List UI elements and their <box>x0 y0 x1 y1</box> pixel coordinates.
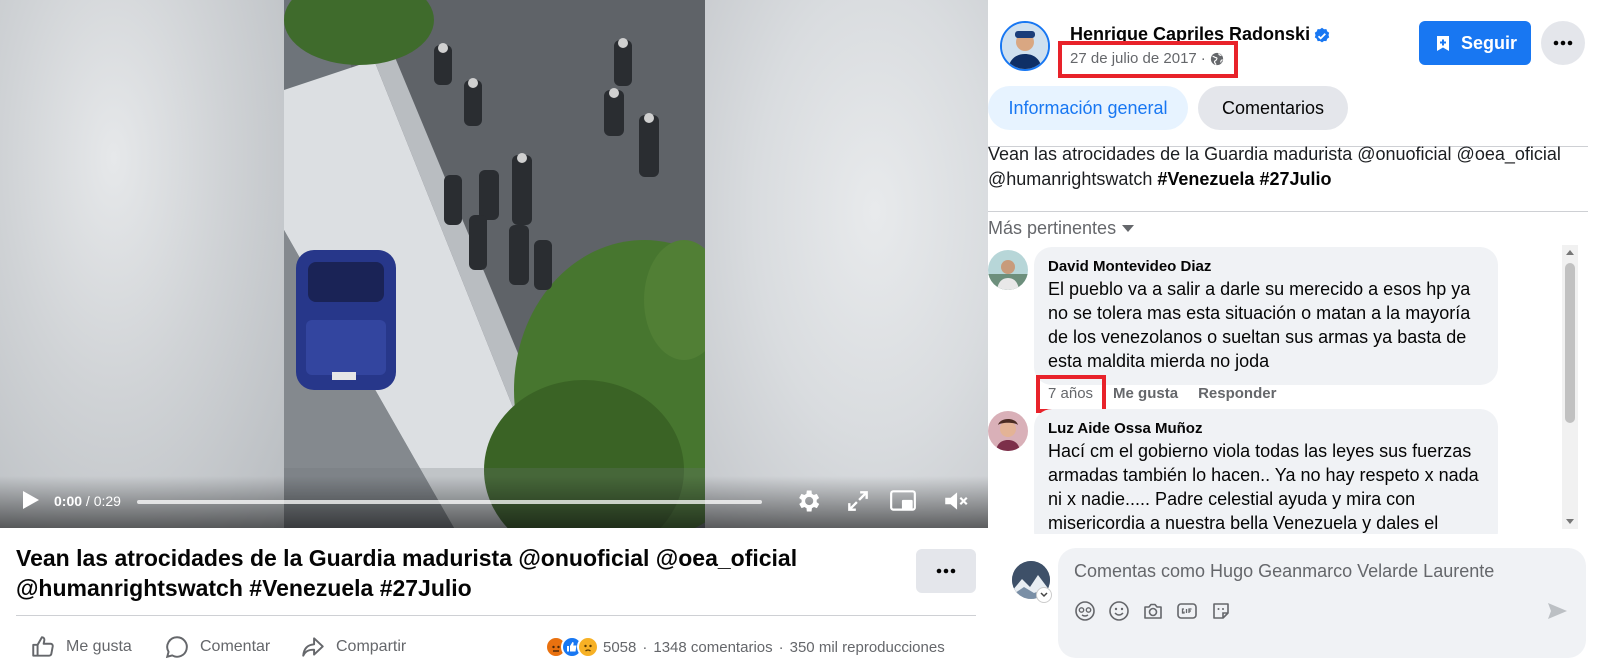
fullscreen-icon[interactable] <box>845 488 871 514</box>
ellipsis-icon <box>936 568 956 574</box>
comment-author[interactable]: David Montevideo Diaz <box>1048 257 1484 277</box>
video-time-separator: / <box>82 493 94 509</box>
sad-reaction-icon <box>577 636 599 658</box>
settings-gear-icon[interactable] <box>794 487 822 515</box>
verified-badge-icon <box>1314 27 1330 43</box>
stats-separator: · <box>778 638 784 656</box>
chevron-down-icon[interactable] <box>1036 587 1052 603</box>
video-blur-background-right <box>705 0 988 528</box>
comments-count-link[interactable]: 1348 comentarios <box>653 639 772 656</box>
tab-general-info[interactable]: Información general <box>988 86 1188 130</box>
tab-general-info-label: Información general <box>1008 97 1168 118</box>
share-arrow-icon <box>302 637 324 657</box>
video-time-current: 0:00 <box>54 493 83 509</box>
comment-reply-button[interactable]: Responder <box>1198 385 1276 402</box>
reactions-summary[interactable]: 5058 · 1348 comentarios · 350 mil reprod… <box>545 634 945 660</box>
thumbs-up-icon <box>32 636 54 657</box>
video-progress-bar[interactable] <box>137 500 762 504</box>
comment-sort-label: Más pertinentes <box>988 218 1117 238</box>
follow-button[interactable]: Seguir <box>1419 21 1531 65</box>
like-label: Me gusta <box>66 638 132 655</box>
author-avatar[interactable] <box>1000 21 1050 71</box>
camera-icon[interactable] <box>1142 600 1164 622</box>
comment-bubble: David Montevideo Diaz El pueblo va a sal… <box>1034 247 1498 385</box>
comments-scrollbar[interactable] <box>1562 245 1578 529</box>
date-highlight-box <box>1058 41 1238 78</box>
stats-separator: · <box>642 638 648 656</box>
post-more-options-button[interactable] <box>916 549 976 593</box>
comment-bubble: Luz Aide Ossa Muñoz Hací cm el gobierno … <box>1034 409 1498 534</box>
follow-label: Seguir <box>1460 32 1517 53</box>
sidebar-more-options-button[interactable] <box>1541 21 1585 65</box>
emoji-icon[interactable] <box>1108 600 1130 622</box>
comment-label: Comentar <box>200 638 271 655</box>
scroll-down-arrow-icon[interactable] <box>1566 519 1574 524</box>
sticker-icon[interactable] <box>1210 600 1232 622</box>
comment-sort-dropdown[interactable]: Más pertinentes <box>988 218 1135 239</box>
video-scene-image <box>284 0 705 528</box>
video-time-total: 0:29 <box>93 493 121 509</box>
play-icon[interactable] <box>18 488 42 512</box>
hashtag-27julio[interactable]: #27Julio <box>1259 169 1331 189</box>
car-image <box>296 250 396 390</box>
video-time-display: 0:00 / 0:29 <box>54 493 121 509</box>
timestamp-highlight-box <box>1036 375 1106 413</box>
picture-in-picture-icon[interactable] <box>889 488 917 514</box>
reaction-count[interactable]: 5058 <box>603 639 636 656</box>
follow-page-icon <box>1436 36 1449 51</box>
caret-down-icon <box>1122 224 1135 232</box>
comment-text: Hací cm el gobierno viola todas las leye… <box>1048 441 1479 533</box>
post-title-line-2: @humanrightswatch #Venezuela #27Julio <box>16 575 472 601</box>
divider <box>988 211 1588 212</box>
divider <box>16 615 976 616</box>
comment-bubble-icon <box>165 636 188 659</box>
scroll-up-arrow-icon[interactable] <box>1566 250 1574 255</box>
post-title-line-1: Vean las atrocidades de la Guardia madur… <box>16 545 798 571</box>
post-caption: Vean las atrocidades de la Guardia madur… <box>988 142 1588 192</box>
video-player[interactable]: 0:00 / 0:29 <box>0 0 988 528</box>
comment-button[interactable]: Comentar <box>164 632 270 662</box>
comment-avatar[interactable] <box>988 411 1028 451</box>
tab-comments[interactable]: Comentarios <box>1198 86 1348 130</box>
scrollbar-thumb[interactable] <box>1565 263 1575 423</box>
comment-input[interactable] <box>1074 558 1564 584</box>
hashtag-venezuela[interactable]: #Venezuela <box>1157 169 1254 189</box>
video-frame[interactable] <box>284 0 705 528</box>
ellipsis-icon <box>1553 40 1573 46</box>
video-controls-bar: 0:00 / 0:29 <box>0 476 988 528</box>
comment-text: El pueblo va a salir a darle su merecido… <box>1048 279 1471 371</box>
views-count: 350 mil reproducciones <box>789 638 945 656</box>
comment-avatar[interactable] <box>988 250 1028 290</box>
send-icon[interactable] <box>1546 600 1568 622</box>
comments-list[interactable]: David Montevideo Diaz El pueblo va a sal… <box>988 247 1600 534</box>
share-button[interactable]: Compartir <box>300 632 406 662</box>
gif-icon[interactable] <box>1176 600 1198 622</box>
avatar-sticker-icon[interactable] <box>1074 600 1096 622</box>
comment-author[interactable]: Luz Aide Ossa Muñoz <box>1048 419 1484 439</box>
like-button[interactable]: Me gusta <box>30 632 132 662</box>
share-label: Compartir <box>336 638 407 655</box>
comment-composer <box>1058 548 1586 658</box>
tab-comments-label: Comentarios <box>1221 97 1325 118</box>
comment-like-button[interactable]: Me gusta <box>1113 385 1178 402</box>
video-blur-background-left <box>0 0 284 528</box>
post-title: Vean las atrocidades de la Guardia madur… <box>16 543 896 603</box>
volume-muted-icon[interactable] <box>942 488 970 514</box>
